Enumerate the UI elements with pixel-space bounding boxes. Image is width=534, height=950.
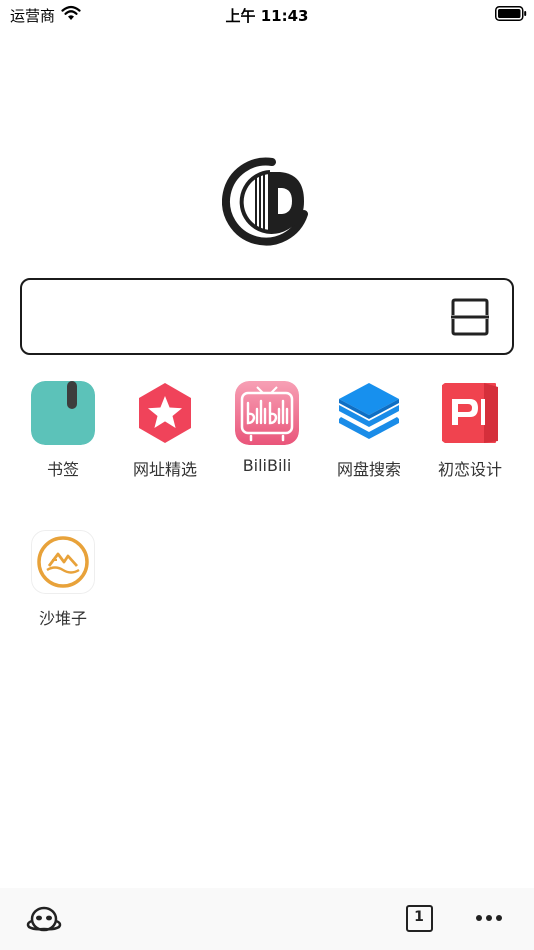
more-icon[interactable] [474,908,504,928]
shortcut-label: BiliBili [242,456,292,475]
shortcut-label: 沙堆子 [38,609,87,628]
sand-logo-icon [31,530,95,594]
alien-icon[interactable] [26,905,62,933]
status-time: 上午 11:43 [225,7,309,25]
tab-count: 1 [414,909,424,925]
status-bar: 运营商 上午 11:43 [0,0,534,28]
layers-icon [339,383,399,439]
p-logo-icon [442,383,498,443]
shortcut-bookmarks[interactable]: 书签 [13,381,113,491]
star-hexagon-icon [139,383,191,443]
shortcut-featured-sites[interactable]: 网址精选 [115,381,215,491]
shortcut-label: 书签 [46,460,79,479]
book-d-logo [222,157,308,246]
shortcut-label: 初恋设计 [437,460,502,479]
battery-icon [495,6,527,21]
shortcut-shaduizi[interactable]: 沙堆子 [13,530,113,640]
bookmark-icon [31,381,95,445]
shortcut-label: 网址精选 [132,460,197,479]
shortcut-chulian-design[interactable]: 初恋设计 [420,381,520,491]
bilibili-tv-icon [235,381,299,445]
search-box [20,278,514,355]
shortcut-netdisk-search[interactable]: 网盘搜索 [319,381,419,491]
scan-icon[interactable] [450,297,490,337]
search-input[interactable] [36,294,436,338]
shortcut-bilibili[interactable]: BiliBili [217,381,317,491]
shortcut-label: 网盘搜索 [336,460,401,479]
tabs-button[interactable]: 1 [406,905,433,932]
bottom-toolbar: 1 [0,888,534,950]
